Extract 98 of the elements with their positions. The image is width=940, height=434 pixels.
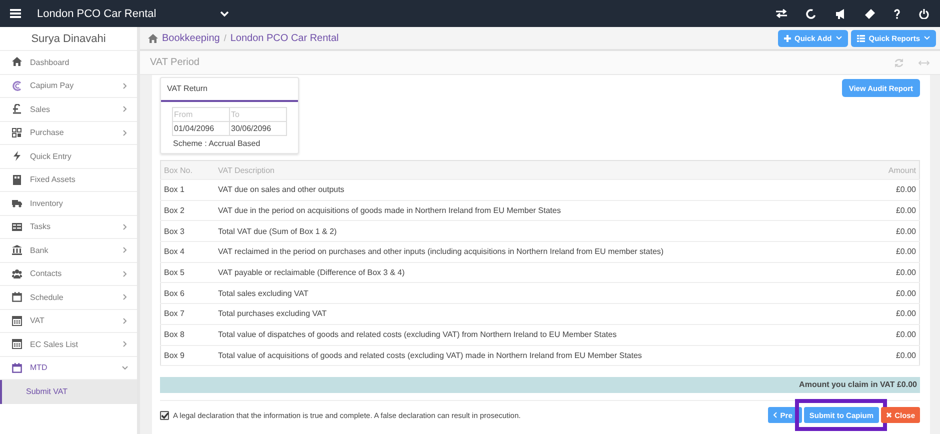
table-cell: Box 2 bbox=[160, 200, 215, 221]
scheme-label: Scheme : Accrual Based bbox=[173, 139, 262, 148]
sidebar-item[interactable]: Tasks bbox=[0, 216, 137, 239]
bank-icon bbox=[12, 245, 22, 256]
sidebar-item[interactable]: Sales bbox=[0, 98, 137, 122]
chevron-down-icon bbox=[122, 364, 128, 371]
help-icon[interactable] bbox=[894, 8, 900, 18]
table-cell: £0.00 bbox=[870, 220, 920, 242]
sidebar-subitem[interactable]: Submit VAT bbox=[0, 380, 137, 404]
sidebar-item[interactable]: Quick Entry bbox=[0, 145, 137, 168]
table-cell: Total value of acquisitions of goods and related costs (excluding VAT) made in Northern Ireland from EU Member States bbox=[215, 345, 870, 366]
chevron-down-icon bbox=[924, 36, 930, 40]
table-cell: VAT due on sales and other outputs bbox=[215, 180, 870, 200]
power-icon[interactable] bbox=[919, 8, 929, 18]
calculator-icon bbox=[12, 316, 22, 326]
total-bar: Amount you claim in VAT £0.00 bbox=[160, 377, 920, 394]
house-icon bbox=[12, 57, 22, 68]
chevron-right-icon bbox=[122, 130, 128, 136]
table-cell: Total sales excluding VAT bbox=[215, 282, 870, 304]
card-title: VAT Return bbox=[161, 78, 298, 102]
table-cell: £0.00 bbox=[870, 304, 920, 324]
checkbox[interactable] bbox=[160, 410, 169, 420]
column-header: VAT Description bbox=[215, 160, 870, 180]
chevron-right-icon bbox=[122, 270, 128, 277]
chevron-left-icon bbox=[773, 412, 778, 418]
sidebar-item[interactable]: Schedule bbox=[0, 286, 137, 310]
sidebar-item[interactable]: Fixed Assets bbox=[0, 168, 137, 192]
table-cell: £0.00 bbox=[870, 345, 920, 366]
column-header: Amount bbox=[870, 160, 920, 180]
chevron-right-icon bbox=[122, 106, 128, 112]
table-cell: Box 8 bbox=[160, 324, 215, 345]
checkmark-icon bbox=[160, 412, 168, 419]
megaphone-icon[interactable] bbox=[835, 8, 846, 18]
calendar-icon bbox=[12, 292, 22, 302]
table-cell: 30/06/2096 bbox=[230, 122, 286, 136]
table-cell: £0.00 bbox=[870, 242, 920, 262]
table-cell: VAT reclaimed in the period on purchases and other inputs (including acquisitions in Northern Ireland from EU member states) bbox=[215, 242, 870, 262]
table-cell: Box 9 bbox=[160, 345, 215, 366]
swap-arrows-icon[interactable] bbox=[776, 9, 787, 18]
column-header: Box No. bbox=[160, 160, 215, 180]
user-name: Surya Dinavahi bbox=[0, 27, 137, 51]
truck-icon bbox=[12, 198, 22, 208]
chevron-right-icon bbox=[122, 247, 128, 254]
table-cell: Box 4 bbox=[160, 242, 215, 262]
sidebar-item[interactable]: Bank bbox=[0, 239, 137, 262]
table-cell: Total VAT due (Sum of Box 1 & 2) bbox=[215, 220, 870, 242]
table-cell: VAT due in the period on acquisitions of goods made in Northern Ireland from EU Member States bbox=[215, 200, 870, 221]
sidebar-item[interactable]: Inventory bbox=[0, 192, 137, 216]
sidebar-item[interactable]: Contacts bbox=[0, 262, 137, 286]
breadcrumb-separator: / bbox=[224, 33, 226, 43]
chevron-right-icon bbox=[122, 341, 128, 348]
sidebar-item[interactable]: Purchase bbox=[0, 122, 137, 145]
table-cell: Total value of dispatches of goods and related costs (excluding VAT) from Northern Ireland to EU Member States bbox=[215, 324, 870, 345]
calculator-icon bbox=[12, 339, 22, 350]
table-cell: VAT payable or reclaimable (Difference of Box 3 & 4) bbox=[215, 262, 870, 283]
table-cell: Total purchases excluding VAT bbox=[215, 304, 870, 324]
chevron-right-icon bbox=[122, 294, 128, 300]
company-name[interactable]: London PCO Car Rental bbox=[37, 8, 156, 20]
ticket-icon[interactable] bbox=[865, 8, 875, 18]
table-icon bbox=[856, 34, 865, 42]
table-cell: 01/04/2096 bbox=[172, 122, 230, 136]
chevron-down-icon[interactable] bbox=[220, 10, 230, 16]
building-icon bbox=[12, 174, 22, 185]
table-cell: Box 6 bbox=[160, 282, 215, 304]
chevron-right-icon bbox=[122, 318, 128, 324]
table-cell: Box 1 bbox=[160, 180, 215, 200]
table-cell: £0.00 bbox=[870, 324, 920, 345]
breadcrumb-link[interactable]: Bookkeeping bbox=[162, 32, 220, 44]
sidebar-item[interactable]: Dashboard bbox=[0, 51, 137, 74]
sidebar-item[interactable]: EC Sales List bbox=[0, 333, 137, 356]
close-icon bbox=[886, 412, 892, 418]
chevron-right-icon bbox=[122, 82, 128, 89]
table-cell: £0.00 bbox=[870, 262, 920, 283]
grid-icon bbox=[12, 128, 22, 138]
pound-icon bbox=[12, 104, 22, 114]
chevron-right-icon bbox=[122, 224, 128, 230]
plus-icon bbox=[784, 34, 790, 42]
menu-icon[interactable] bbox=[10, 9, 21, 18]
people-icon bbox=[12, 268, 22, 279]
sidebar-item[interactable]: Capium Pay bbox=[0, 74, 137, 98]
table-cell: Box 5 bbox=[160, 262, 215, 283]
table-cell: £0.00 bbox=[870, 282, 920, 304]
breadcrumb-link[interactable]: London PCO Car Rental bbox=[230, 32, 339, 44]
column-header: To bbox=[230, 108, 286, 122]
chevron-down-icon bbox=[836, 36, 842, 40]
sidebar-item[interactable]: VAT bbox=[0, 310, 137, 333]
panel-title: VAT Period bbox=[150, 57, 200, 68]
c-logo-icon bbox=[12, 80, 22, 91]
column-header: From bbox=[172, 108, 230, 122]
calendar-icon bbox=[12, 362, 22, 373]
home-icon[interactable] bbox=[148, 34, 158, 42]
lightning-icon bbox=[12, 151, 22, 162]
table-cell: Box 7 bbox=[160, 304, 215, 324]
table-cell: £0.00 bbox=[870, 180, 920, 200]
table-cell: Box 3 bbox=[160, 220, 215, 242]
list-icon bbox=[12, 222, 22, 232]
c-logo-icon[interactable] bbox=[806, 8, 816, 18]
table-cell: £0.00 bbox=[870, 200, 920, 221]
